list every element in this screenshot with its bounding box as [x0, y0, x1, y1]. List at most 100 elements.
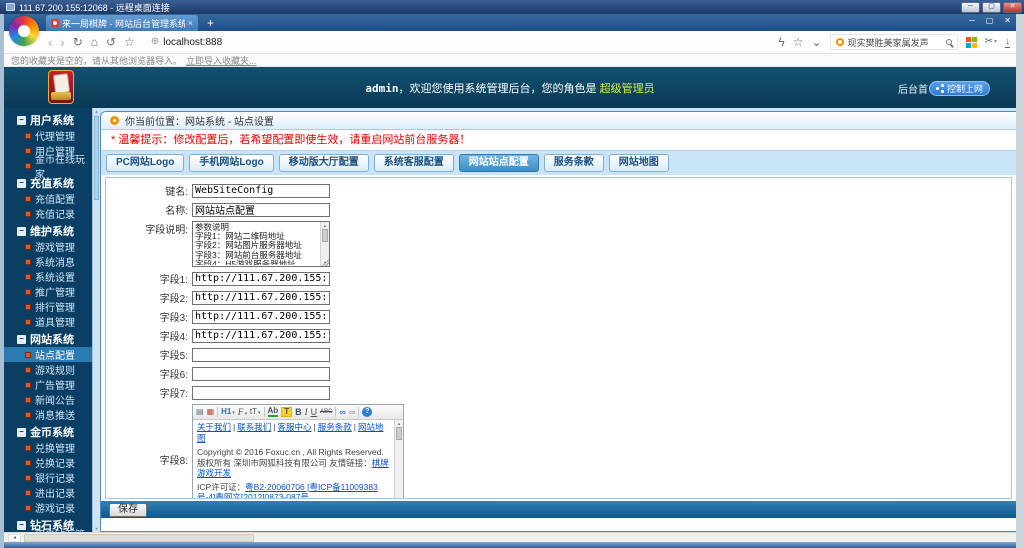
footer-link[interactable]: 客服中心 — [277, 422, 311, 432]
sidebar-item[interactable]: 兑换管理 — [4, 440, 92, 455]
sidebar-scrollbar[interactable]: ▲ ▼ — [92, 108, 100, 532]
back-icon[interactable]: ‹ — [48, 36, 52, 49]
search-hotword[interactable]: 现实樊胜美家属发声 — [848, 36, 942, 49]
sidebar-item[interactable]: 广告管理 — [4, 377, 92, 392]
browser-float-widget[interactable]: 控制上网 — [928, 81, 990, 96]
fontsize-select[interactable]: tT — [250, 408, 261, 416]
field-input[interactable] — [192, 309, 330, 324]
underline-icon[interactable]: U — [311, 407, 318, 417]
unlink-icon[interactable]: ∞ — [349, 407, 355, 417]
chevron-down-icon[interactable]: ⌄ — [812, 36, 822, 48]
config-tab[interactable]: 网站站点配置 — [458, 154, 539, 172]
browser-close-button[interactable]: ✕ — [1004, 17, 1011, 25]
bookmark-star-icon[interactable]: ☆ — [124, 36, 135, 48]
scroll-up-icon[interactable]: ▲ — [395, 421, 403, 426]
scroll-up-icon[interactable]: ▲ — [321, 223, 329, 228]
screenshot-tool[interactable]: ✂ ▾ — [985, 37, 997, 47]
field-input[interactable] — [192, 271, 330, 286]
browser-tab[interactable]: 来一局棋牌 - 网站后台管理系统 × — [46, 15, 198, 31]
sidebar-item[interactable]: 进出记录 — [4, 485, 92, 500]
field-description-textarea[interactable]: 参数说明 字段1：网站二维码地址 字段2：网站图片服务器地址 字段3：网站前台服… — [192, 221, 330, 267]
emoticon-icon[interactable]: ▦ — [207, 408, 215, 416]
heading-select[interactable]: H1 — [221, 408, 235, 416]
search-icon[interactable] — [945, 39, 952, 45]
sidebar-item[interactable]: 银行记录 — [4, 470, 92, 485]
sidebar-item[interactable]: 兑换记录 — [4, 455, 92, 470]
import-favorites-link[interactable]: 立即导入收藏夹... — [186, 54, 257, 67]
sidebar-item[interactable]: 游戏规则 — [4, 362, 92, 377]
speed-mode-icon[interactable]: ϟ — [778, 36, 784, 48]
font-select[interactable]: F — [238, 407, 247, 417]
footer-link[interactable]: 服务条款 — [318, 422, 352, 432]
rdp-minimize-button[interactable]: ─ — [961, 1, 980, 13]
source-icon[interactable]: ▤ — [196, 408, 204, 416]
download-icon[interactable]: ↓ — [1005, 36, 1010, 48]
refresh-icon[interactable]: ↻ — [73, 36, 83, 48]
field-input[interactable] — [192, 328, 330, 343]
strikethrough-icon[interactable]: ABC — [320, 409, 332, 415]
favorites-icon[interactable]: ☆ — [793, 36, 804, 48]
sidebar-item[interactable]: 系统设置 — [4, 269, 92, 284]
browser-logo-icon[interactable] — [9, 16, 39, 46]
field-input[interactable] — [192, 366, 330, 381]
sidebar-item[interactable]: 充值记录 — [4, 206, 92, 221]
sidebar-item[interactable]: 消息推送 — [4, 407, 92, 422]
scrollbar-thumb[interactable] — [322, 229, 328, 242]
horizontal-scrollbar[interactable]: ◄ — [4, 532, 1016, 542]
sidebar-item[interactable]: 系统消息 — [4, 254, 92, 269]
config-tab[interactable]: 移动版大厅配置 — [278, 154, 369, 172]
search-box[interactable]: 现实樊胜美家属发声 — [829, 34, 958, 50]
rdp-close-button[interactable]: ✕ — [1003, 1, 1022, 13]
rich-text-editor[interactable]: ▤▦H1FtTAbTBIUABC∞∞? 关于我们|联系我们|客服中心|服务条款|… — [192, 404, 404, 498]
new-tab-button[interactable]: + — [207, 16, 214, 30]
config-tab[interactable]: 系统客服配置 — [373, 154, 454, 172]
browser-restore-button[interactable]: ▢ — [986, 17, 994, 25]
sidebar-item[interactable]: 新闻公告 — [4, 392, 92, 407]
sidebar-item[interactable]: 游戏记录 — [4, 500, 92, 515]
sidebar-item[interactable]: 充值配置 — [4, 191, 92, 206]
field-input[interactable] — [192, 290, 330, 305]
italic-icon[interactable]: I — [305, 407, 308, 417]
home-icon[interactable]: ⌂ — [91, 36, 98, 48]
address-bar[interactable]: ⊕ localhost:888 — [151, 37, 222, 48]
link-icon[interactable]: ∞ — [339, 407, 345, 417]
scissors-icon[interactable]: ✂ — [985, 37, 993, 47]
scrollbar-thumb[interactable] — [24, 533, 254, 542]
resize-grip[interactable] — [322, 259, 329, 266]
footer-link[interactable]: 联系我们 — [237, 422, 271, 432]
field-input[interactable] — [192, 347, 330, 362]
sidebar-item[interactable]: 代理管理 — [4, 128, 92, 143]
scroll-up-icon[interactable]: ▲ — [93, 109, 100, 114]
scroll-down-icon[interactable]: ▼ — [93, 526, 100, 531]
footer-link[interactable]: 关于我们 — [197, 422, 231, 432]
backend-home-link[interactable]: 后台首 — [898, 81, 928, 96]
config-tab[interactable]: 网站地图 — [608, 154, 669, 172]
forecolor-icon[interactable]: Ab — [267, 407, 279, 417]
sidebar-section-header[interactable]: − 金币系统 — [4, 424, 92, 440]
save-button[interactable]: 保存 — [109, 502, 147, 517]
sidebar-item[interactable]: 道具管理 — [4, 314, 92, 329]
config-tab[interactable]: 服务条款 — [543, 154, 604, 172]
sidebar-item[interactable]: 推广管理 — [4, 284, 92, 299]
config-tab[interactable]: PC网站Logo — [106, 154, 185, 172]
sidebar-item[interactable]: 金币在线玩家 — [4, 155, 92, 181]
editor-scrollbar[interactable]: ▲ ▼ — [394, 420, 403, 498]
scrollbar-thumb[interactable] — [94, 116, 99, 200]
url-text[interactable]: localhost:888 — [163, 37, 222, 48]
tab-close-icon[interactable]: × — [188, 18, 193, 28]
forward-icon[interactable]: › — [60, 36, 64, 49]
backcolor-icon[interactable]: T — [281, 407, 293, 417]
scrollbar-thumb[interactable] — [396, 427, 402, 440]
sidebar-section-header[interactable]: − 用户系统 — [4, 112, 92, 128]
sidebar-item[interactable]: 排行管理 — [4, 299, 92, 314]
browser-minimize-button[interactable]: ─ — [969, 17, 975, 25]
scroll-left-icon[interactable]: ◄ — [8, 533, 21, 542]
sidebar-section-header[interactable]: − 网站系统 — [4, 331, 92, 347]
config-tab[interactable]: 手机网站Logo — [189, 154, 274, 172]
sidebar-item[interactable]: 游戏管理 — [4, 239, 92, 254]
restore-session-icon[interactable]: ↺ — [106, 36, 116, 48]
rdp-restore-button[interactable]: ▢ — [982, 1, 1001, 13]
bold-icon[interactable]: B — [295, 407, 302, 417]
sidebar-item[interactable]: 站点配置 — [4, 347, 92, 362]
help-icon[interactable]: ? — [362, 407, 373, 417]
